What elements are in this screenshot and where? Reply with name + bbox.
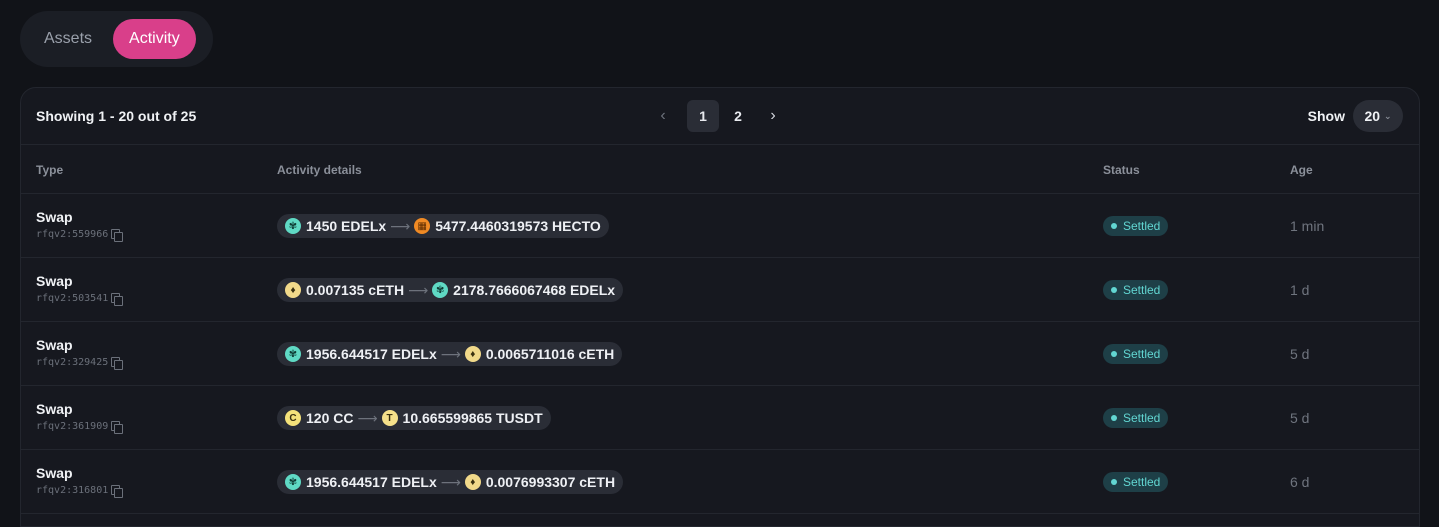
status-badge: Settled [1103,216,1169,236]
status-dot-icon [1111,223,1117,229]
activity-id-text: rfqv2:559966 [36,229,109,240]
to-amount: 10.665599865 TUSDT [402,410,543,426]
from-amount: 1956.644517 EDELx [306,474,437,490]
show-label: Show [1307,108,1345,124]
chevron-down-icon: ⌄ [1384,110,1392,121]
pagination: ‹ 1 2 › [651,100,785,132]
results-count: Showing 1 - 20 out of 25 [36,108,197,124]
status-badge: Settled [1103,344,1169,364]
arrow-right-icon: ⟶ [408,281,429,298]
activity-details: ♦ 0.007135 cETH ⟶ ✾ 2178.7666067468 EDEL… [277,278,624,302]
activity-details: ✾ 1956.644517 EDELx ⟶ ♦ 0.0065711016 cET… [277,342,623,366]
activity-id: rfqv2:503541 [36,293,124,306]
activity-type: Swap [36,401,73,417]
copy-icon[interactable] [111,357,124,370]
activity-age: 5 d [1290,346,1310,362]
to-amount: 0.0065711016 cETH [485,346,615,362]
activity-details: ✾ 1450 EDELx ⟶ ▦ 5477.4460319573 HECTO [277,214,609,238]
status-badge: Settled [1103,408,1169,428]
chevron-left-icon[interactable]: ‹ [651,100,675,132]
activity-id-text: rfqv2:503541 [36,293,109,304]
tusdt-icon: T [381,410,398,426]
arrow-right-icon: ⟶ [440,345,461,362]
activity-age: 6 d [1290,474,1310,490]
status-text: Settled [1123,347,1161,361]
arrow-right-icon: ⟶ [440,473,461,490]
edelx-icon: ✾ [285,474,301,490]
page-size-value: 20 [1364,108,1381,124]
edelx-icon: ✾ [285,346,301,362]
status-dot-icon [1111,415,1117,421]
table-row[interactable]: Swap rfqv2:361909 C 120 CC ⟶ T 10.665599… [21,386,1419,450]
copy-icon[interactable] [111,485,124,498]
activity-age: 1 d [1290,282,1310,298]
activity-id: rfqv2:316801 [36,485,124,498]
activity-type: Swap [36,209,73,225]
activity-id-text: rfqv2:361909 [36,421,109,432]
cc-icon: C [285,410,301,426]
arrow-right-icon: ⟶ [390,217,411,234]
edelx-icon: ✾ [285,218,301,234]
to-amount: 2178.7666067468 EDELx [453,282,616,298]
tab-assets[interactable]: Assets [28,19,108,59]
status-dot-icon [1111,479,1117,485]
activity-id: rfqv2:361909 [36,421,124,434]
status-text: Settled [1123,219,1161,233]
to-amount: 0.0076993307 cETH [485,474,616,490]
activity-panel: Showing 1 - 20 out of 25 ‹ 1 2 › Show 20… [20,87,1420,527]
copy-icon[interactable] [111,229,124,242]
status-dot-icon [1111,287,1117,293]
activity-type: Swap [36,465,73,481]
page-size-select[interactable]: 20 ⌄ [1353,100,1403,132]
status-text: Settled [1123,475,1161,489]
status-badge: Settled [1103,472,1169,492]
page-1-button[interactable]: 1 [687,100,719,132]
from-amount: 1956.644517 EDELx [306,346,437,362]
table-row[interactable]: Swap rfqv2:503541 ♦ 0.007135 cETH ⟶ ✾ 21… [21,258,1419,322]
from-amount: 1450 EDELx [306,218,387,234]
status-text: Settled [1123,283,1161,297]
ceth-icon: ♦ [464,346,481,362]
table-row[interactable]: Swap rfqv2:329425 ✾ 1956.644517 EDELx ⟶ … [21,322,1419,386]
status-badge: Settled [1103,280,1169,300]
page-size-control: Show 20 ⌄ [1308,100,1403,132]
status-text: Settled [1123,411,1161,425]
copy-icon[interactable] [111,293,124,306]
status-dot-icon [1111,351,1117,357]
activity-details: ✾ 1956.644517 EDELx ⟶ ♦ 0.0076993307 cET… [277,470,624,494]
table-row[interactable]: Swap rfqv2:316801 ✾ 1956.644517 EDELx ⟶ … [21,450,1419,514]
view-tabs: Assets Activity [20,11,213,67]
activity-id-text: rfqv2:329425 [36,357,109,368]
to-amount: 5477.4460319573 HECTO [435,218,601,234]
column-status: Status [1103,163,1140,177]
activity-type: Swap [36,337,73,353]
hecto-icon: ▦ [414,218,431,234]
ceth-icon: ♦ [285,282,301,298]
from-amount: 0.007135 cETH [306,282,405,298]
activity-details: C 120 CC ⟶ T 10.665599865 TUSDT [277,406,551,430]
activity-id-text: rfqv2:316801 [36,485,109,496]
column-age: Age [1290,163,1313,177]
column-type: Type [36,163,64,177]
edelx-icon: ✾ [432,282,449,298]
tab-activity[interactable]: Activity [113,19,196,59]
activity-type: Swap [36,273,73,289]
page-2-button[interactable]: 2 [722,100,754,132]
arrow-right-icon: ⟶ [357,409,378,426]
table-row[interactable]: Swap rfqv2:559966 ✾ 1450 EDELx ⟶ ▦ 5477.… [21,194,1419,258]
activity-age: 1 min [1290,218,1325,234]
chevron-right-icon[interactable]: › [761,100,785,132]
activity-id: rfqv2:329425 [36,357,124,370]
activity-age: 5 d [1290,410,1310,426]
activity-id: rfqv2:559966 [36,229,124,242]
table-toolbar: Showing 1 - 20 out of 25 ‹ 1 2 › Show 20… [21,88,1419,145]
table-header: Type Activity details Status Age [21,145,1419,194]
column-activity-details: Activity details [277,163,362,177]
ceth-icon: ♦ [464,474,481,490]
copy-icon[interactable] [111,421,124,434]
from-amount: 120 CC [306,410,354,426]
